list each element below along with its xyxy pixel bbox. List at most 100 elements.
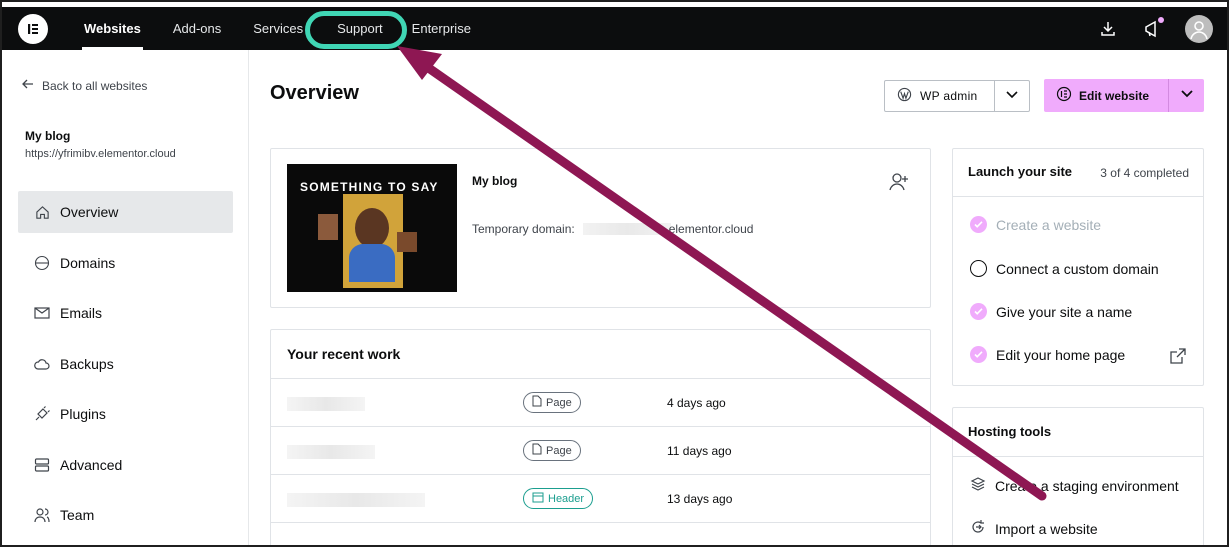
tool-staging-environment[interactable]: Create a staging environment [970, 476, 1179, 495]
import-icon [970, 519, 986, 538]
launch-header: Launch your site 3 of 4 completed [953, 149, 1203, 197]
page-title: Overview [270, 82, 359, 104]
arrow-left-icon [22, 78, 34, 93]
nav-tab-add-ons[interactable]: Add-ons [157, 7, 237, 50]
redacted-item-name [287, 493, 425, 507]
type-label: Page [546, 444, 572, 457]
thumb-person [349, 244, 395, 282]
sidebar-item-label: Emails [60, 305, 103, 321]
empty-circle-icon [970, 260, 987, 277]
blog-title: My blog [472, 174, 518, 188]
sidebar-item-domains[interactable]: Domains [18, 242, 233, 284]
hosting-tools-card: Hosting tools Create a staging environme… [952, 407, 1204, 545]
main-content: Overview WP admin Edit website SOMETHING… [250, 50, 1227, 545]
tool-import-website[interactable]: Import a website [970, 519, 1098, 538]
thumb-shape [397, 232, 417, 252]
wp-admin-dropdown[interactable] [994, 81, 1029, 111]
sidebar-item-emails[interactable]: Emails [18, 292, 233, 334]
check-icon [970, 303, 987, 320]
www-globe-icon [34, 255, 50, 271]
table-row[interactable]: Header 13 days ago [271, 475, 930, 523]
sidebar-item-label: Advanced [60, 456, 123, 473]
thumb-person [355, 208, 389, 248]
chevron-down-icon [1180, 86, 1194, 105]
wp-admin-button[interactable]: WP admin [884, 80, 1030, 112]
megaphone-icon[interactable] [1141, 16, 1164, 40]
edit-website-main[interactable]: Edit website [1044, 79, 1168, 112]
download-icon[interactable] [1097, 18, 1119, 40]
type-badge: Page [523, 440, 581, 461]
server-icon [34, 457, 50, 473]
edit-website-button[interactable]: Edit website [1044, 79, 1204, 112]
task-site-name[interactable]: Give your site a name [970, 303, 1132, 320]
external-link-icon[interactable] [1169, 347, 1187, 365]
task-create-website[interactable]: Create a website [970, 216, 1101, 233]
notification-dot [1158, 16, 1164, 23]
site-name: My blog [25, 129, 71, 143]
chevron-down-icon [1005, 87, 1019, 106]
task-edit-home-page[interactable]: Edit your home page [970, 346, 1125, 363]
thumbnail-headline: SOMETHING TO SAY [300, 180, 439, 194]
wp-admin-main[interactable]: WP admin [885, 81, 994, 111]
cloud-icon [34, 356, 50, 372]
check-icon [970, 216, 987, 233]
task-label: Edit your home page [996, 346, 1126, 363]
type-label: Page [546, 396, 572, 409]
main-nav-tabs: Websites Add-ons Services Support Enterp… [68, 7, 487, 50]
nav-tab-enterprise[interactable]: Enterprise [412, 7, 487, 50]
sidebar-item-plugins[interactable]: Plugins [18, 393, 233, 435]
screenshot-frame: Websites Add-ons Services Support Enterp… [0, 0, 1229, 547]
tool-label: Import a website [995, 520, 1098, 537]
sidebar-item-label: Backups [60, 355, 114, 372]
header-template-icon [532, 492, 544, 506]
user-avatar-icon[interactable] [1185, 14, 1213, 43]
sidebar-item-team[interactable]: Team [18, 494, 233, 536]
tool-label: Create a staging environment [995, 477, 1179, 494]
edit-website-label: Edit website [1079, 88, 1150, 103]
thumb-shape [318, 214, 338, 240]
redacted-subdomain [582, 223, 671, 235]
task-label: Create a website [996, 216, 1102, 233]
type-badge: Header [523, 488, 594, 509]
add-user-icon[interactable] [888, 171, 910, 193]
redacted-item-name [287, 397, 365, 411]
site-url: https://yfrimibv.elementor.cloud [25, 148, 176, 160]
home-icon [34, 204, 50, 220]
redacted-item-name [287, 445, 375, 459]
page-icon [532, 443, 542, 458]
edited-time: 13 days ago [667, 492, 733, 506]
site-thumbnail[interactable]: SOMETHING TO SAY [287, 164, 457, 292]
layers-icon [970, 476, 986, 495]
table-row[interactable]: Page 4 days ago [271, 379, 930, 427]
sidebar-item-label: Plugins [60, 406, 106, 422]
elementor-logo-icon[interactable] [18, 13, 48, 44]
edit-website-dropdown[interactable] [1168, 79, 1204, 112]
temporary-domain-label: Temporary domain: [472, 222, 575, 236]
temporary-domain-suffix: elementor.cloud [668, 222, 754, 236]
sidebar-menu: Overview Domains Emails Backups Plugins … [18, 191, 233, 545]
edited-time: 11 days ago [667, 444, 732, 458]
nav-tab-websites[interactable]: Websites [68, 7, 157, 50]
back-to-websites-link[interactable]: Back to all websites [22, 78, 147, 93]
launch-checklist-card: Launch your site 3 of 4 completed Create… [952, 148, 1204, 386]
sidebar-item-advanced[interactable]: Advanced [18, 444, 233, 486]
launch-progress: 3 of 4 completed [1100, 166, 1189, 180]
launch-title: Launch your site [968, 164, 1073, 179]
task-connect-domain[interactable]: Connect a custom domain [970, 260, 1159, 277]
plug-icon [34, 406, 50, 422]
sidebar-item-overview[interactable]: Overview [18, 191, 233, 233]
task-label: Give your site a name [996, 303, 1133, 320]
sidebar-item-label: Overview [60, 204, 119, 220]
sidebar-item-label: Team [60, 507, 95, 523]
wordpress-icon [897, 87, 912, 105]
edited-time: 4 days ago [667, 396, 726, 410]
recent-work-card: Your recent work Page 4 days ago Page 11… [270, 329, 931, 545]
support-highlight-ring [305, 11, 407, 49]
table-row[interactable]: Page 11 days ago [271, 427, 930, 475]
team-icon [34, 507, 50, 523]
sidebar-item-backups[interactable]: Backups [18, 343, 233, 385]
site-summary-card: SOMETHING TO SAY My blog Temporary domai… [270, 148, 931, 308]
task-label: Connect a custom domain [996, 260, 1159, 277]
back-link-label: Back to all websites [42, 78, 148, 93]
recent-work-title: Your recent work [287, 346, 401, 362]
